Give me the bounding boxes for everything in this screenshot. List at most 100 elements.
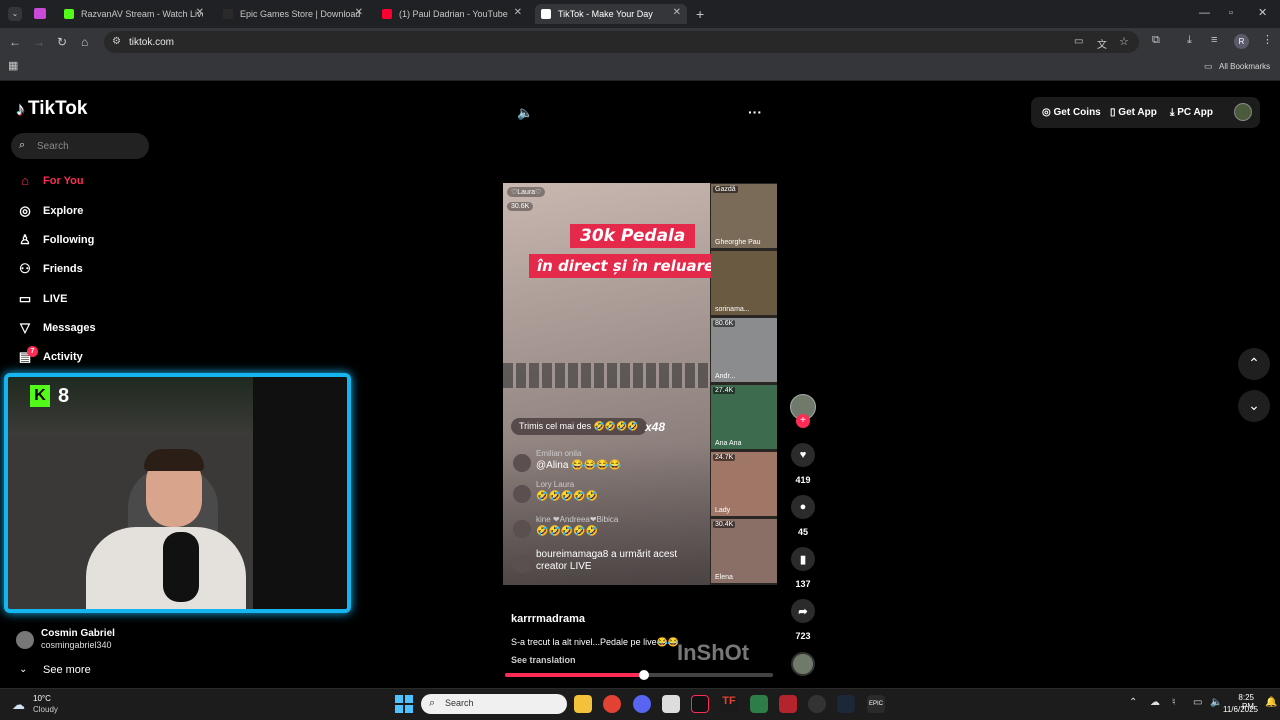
kick-logo-icon: K bbox=[30, 385, 50, 407]
banner-line-2: în direct și în reluare bbox=[529, 254, 723, 278]
tf-icon[interactable]: TF bbox=[720, 695, 738, 713]
comment-action[interactable]: ● 45 bbox=[791, 495, 815, 537]
profile-avatar[interactable]: R bbox=[1234, 34, 1249, 49]
guest-thumbnail[interactable]: 30.4K Elena bbox=[711, 519, 777, 583]
guest-thumbnail[interactable]: 27.4K Ana Ana bbox=[711, 385, 777, 449]
sheet-app-icon[interactable] bbox=[750, 695, 768, 713]
forward-icon[interactable]: → bbox=[33, 36, 45, 48]
commenter-avatar[interactable] bbox=[513, 454, 531, 472]
guest-thumbnail[interactable]: sorinama... bbox=[711, 251, 777, 315]
weather-temp[interactable]: 10°C bbox=[33, 694, 51, 703]
get-app-button[interactable]: ▯ Get App bbox=[1110, 107, 1157, 118]
apps-grid-icon[interactable]: ▦ bbox=[8, 61, 18, 72]
more-options-icon[interactable]: ··· bbox=[748, 104, 762, 120]
restore-button[interactable]: ▫ bbox=[1229, 8, 1233, 19]
speaker-icon[interactable]: 🔈 bbox=[1210, 697, 1222, 708]
save-action[interactable]: ▮ 137 bbox=[791, 547, 815, 589]
new-tab-button[interactable]: + bbox=[696, 7, 704, 21]
display-icon[interactable]: ▭ bbox=[1193, 697, 1202, 708]
volume-icon[interactable]: 🔈 bbox=[517, 105, 533, 121]
mic-icon[interactable]: ♮ bbox=[1172, 697, 1176, 708]
tray-chevron-icon[interactable]: ⌃ bbox=[1129, 697, 1137, 708]
back-icon[interactable]: ← bbox=[9, 36, 21, 48]
guest-thumbnail[interactable]: 80.6K Andr... bbox=[711, 318, 777, 382]
share-action[interactable]: ➦ 723 bbox=[791, 599, 815, 641]
comment-text: @Alina 😂😂😂😂 bbox=[536, 460, 621, 471]
sidebar-item-messages[interactable]: ▽ Messages bbox=[16, 320, 96, 336]
file-explorer-icon[interactable] bbox=[574, 695, 592, 713]
video-author[interactable]: karrrmadrama bbox=[511, 613, 585, 625]
extensions-icon[interactable]: ⧉ bbox=[1152, 35, 1160, 46]
menu-icon[interactable]: ⋮ bbox=[1262, 35, 1273, 46]
progress-handle[interactable] bbox=[639, 670, 650, 680]
browser-tab[interactable]: RazvanAV Stream - Watch Live ✕ bbox=[58, 4, 210, 24]
see-translation-button[interactable]: See translation bbox=[511, 655, 576, 665]
home-browser-icon[interactable]: ⌂ bbox=[81, 36, 88, 48]
pc-app-button[interactable]: ⤓ PC App bbox=[1170, 107, 1213, 118]
translate-icon[interactable]: 文 bbox=[1097, 36, 1107, 51]
following-avatar[interactable] bbox=[16, 631, 34, 649]
game-icon[interactable] bbox=[779, 695, 797, 713]
all-bookmarks-link[interactable]: All Bookmarks bbox=[1219, 62, 1270, 71]
get-coins-button[interactable]: ◎ Get Coins bbox=[1042, 107, 1101, 118]
browser-tab[interactable]: TikTok - Make Your Day ✕ bbox=[535, 4, 687, 24]
reading-list-icon[interactable]: ≡ bbox=[1211, 35, 1217, 46]
commenter-avatar[interactable] bbox=[513, 520, 531, 538]
chevron-down-icon: ⌄ bbox=[1248, 397, 1260, 413]
gpu-app-icon[interactable] bbox=[808, 695, 826, 713]
browser-tab[interactable]: Epic Games Store | Download & ✕ bbox=[217, 4, 369, 24]
tiktok-logo[interactable]: ♪ TikTok bbox=[16, 98, 87, 120]
downloads-icon[interactable]: ⤓ bbox=[1187, 35, 1192, 46]
bookmark-star-icon[interactable]: ☆ bbox=[1119, 35, 1129, 48]
url-text: tiktok.com bbox=[129, 37, 175, 48]
address-bar[interactable]: ⚙ tiktok.com ▭ 文 ☆ bbox=[104, 31, 1139, 53]
tiktok-app-icon[interactable] bbox=[691, 695, 709, 713]
taskbar-search[interactable]: ⌕ Search bbox=[421, 694, 567, 714]
sidebar-item-live[interactable]: ▭ LIVE bbox=[16, 291, 68, 307]
following-name[interactable]: Cosmin Gabriel bbox=[41, 628, 115, 639]
next-video-button[interactable]: ⌄ bbox=[1238, 390, 1270, 422]
guest-thumbnail[interactable]: 24.7K Lady bbox=[711, 452, 777, 516]
guest-thumbnail[interactable]: Gazdă Gheorghe Pau bbox=[711, 184, 777, 248]
sidebar-item-following[interactable]: ♙ Following bbox=[16, 232, 94, 248]
windows-start-icon[interactable] bbox=[395, 695, 413, 713]
tab-close-icon[interactable]: ✕ bbox=[673, 7, 681, 18]
sidebar-item-friends[interactable]: ⚇ Friends bbox=[16, 261, 83, 277]
sidebar-item-activity[interactable]: ▤ Activity bbox=[16, 349, 83, 365]
minimize-button[interactable]: — bbox=[1199, 8, 1210, 19]
tab-search-button[interactable]: ⌄ bbox=[8, 7, 22, 21]
pinned-tab-icon[interactable] bbox=[34, 8, 46, 19]
follow-plus-icon[interactable]: + bbox=[796, 414, 810, 428]
close-window-button[interactable]: ✕ bbox=[1258, 8, 1267, 19]
onedrive-icon[interactable]: ☁ bbox=[1150, 697, 1160, 708]
chevron-down-icon: ⌄ bbox=[19, 664, 28, 675]
music-disc[interactable] bbox=[791, 652, 815, 676]
download-icon: ⤓ bbox=[1170, 107, 1175, 118]
cast-icon[interactable]: ▭ bbox=[1074, 36, 1083, 47]
comment-meta: kine ❤Andreea❤Bibica bbox=[536, 515, 619, 524]
commenter-avatar[interactable] bbox=[513, 555, 531, 573]
taskbar-search-icon: ⌕ bbox=[429, 697, 436, 709]
epic-games-icon[interactable]: EPIC bbox=[867, 695, 885, 713]
chrome-icon[interactable] bbox=[603, 695, 621, 713]
site-info-icon[interactable]: ⚙ bbox=[112, 36, 121, 47]
steam-icon[interactable] bbox=[837, 695, 855, 713]
like-action[interactable]: ♥ 419 bbox=[791, 443, 815, 485]
previous-video-button[interactable]: ⌃ bbox=[1238, 348, 1270, 380]
browser-tab[interactable]: (1) Paul Dadrian - YouTube ✕ bbox=[376, 4, 528, 24]
tab-close-icon[interactable]: ✕ bbox=[514, 7, 522, 18]
home-icon: ⌂ bbox=[21, 173, 29, 188]
sidebar-item-for-you[interactable]: ⌂ For You bbox=[16, 173, 83, 188]
see-more-button[interactable]: See more bbox=[43, 664, 91, 676]
sidebar-item-explore[interactable]: ◎ Explore bbox=[16, 203, 83, 219]
progress-track[interactable] bbox=[505, 670, 773, 680]
notifications-icon[interactable]: 🔔 bbox=[1265, 697, 1277, 708]
tab-close-icon[interactable]: ✕ bbox=[355, 7, 363, 18]
tab-close-icon[interactable]: ✕ bbox=[196, 7, 204, 18]
user-avatar[interactable] bbox=[1234, 103, 1252, 121]
discord-icon[interactable] bbox=[633, 695, 651, 713]
search-input[interactable]: ⌕ Search bbox=[11, 133, 149, 159]
app-icon[interactable] bbox=[662, 695, 680, 713]
commenter-avatar[interactable] bbox=[513, 485, 531, 503]
reload-icon[interactable]: ↻ bbox=[57, 36, 67, 48]
